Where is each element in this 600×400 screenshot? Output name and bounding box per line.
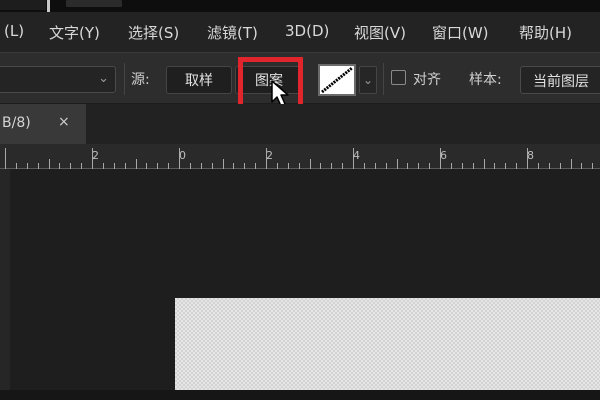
sample-label: 样本: bbox=[469, 72, 502, 88]
drag-handle-icon[interactable] bbox=[318, 4, 364, 19]
divider bbox=[383, 63, 384, 95]
ruler-label: 2 bbox=[92, 149, 99, 162]
document-tab[interactable]: B/8) × bbox=[0, 104, 86, 144]
chevron-down-icon: ⌄ bbox=[98, 71, 109, 86]
menu-window[interactable]: 窗口(W) bbox=[432, 22, 489, 43]
status-strip bbox=[0, 390, 600, 400]
chevron-down-icon: ⌄ bbox=[362, 73, 374, 87]
app-logo bbox=[0, 0, 46, 10]
ruler-label: 6 bbox=[440, 149, 447, 162]
document-tab-title: B/8) bbox=[2, 115, 31, 131]
menu-type[interactable]: 文字(Y) bbox=[49, 22, 100, 43]
title-bar bbox=[0, 0, 600, 19]
close-icon[interactable]: × bbox=[58, 114, 70, 130]
align-label: 对齐 bbox=[413, 72, 441, 88]
ruler-label: 2 bbox=[266, 149, 273, 162]
divider bbox=[124, 63, 125, 95]
vertical-ruler[interactable] bbox=[0, 169, 10, 400]
menu-bar: (L) 文字(Y) 选择(S) 滤镜(T) 3D(D) 视图(V) 窗口(W) … bbox=[0, 12, 600, 52]
pattern-swatch-icon bbox=[321, 66, 353, 94]
menu-3d[interactable]: 3D(D) bbox=[285, 22, 329, 40]
horizontal-ruler[interactable]: 2 0 2 4 6 8 bbox=[0, 144, 600, 169]
menu-filter[interactable]: 滤镜(T) bbox=[207, 22, 258, 43]
ruler-label: 0 bbox=[179, 149, 186, 162]
title-divider bbox=[47, 0, 50, 12]
menu-help[interactable]: 帮助(H) bbox=[519, 22, 572, 43]
ruler-label: 8 bbox=[527, 149, 534, 162]
ruler-ticks bbox=[5, 148, 593, 169]
align-checkbox[interactable] bbox=[391, 70, 406, 85]
menu-layer[interactable]: (L) bbox=[4, 22, 24, 40]
sample-button[interactable]: 取样 bbox=[166, 66, 232, 94]
menu-select[interactable]: 选择(S) bbox=[128, 22, 179, 43]
pattern-swatch[interactable] bbox=[318, 64, 356, 96]
pattern-picker-dropdown[interactable]: ⌄ bbox=[359, 66, 377, 94]
title-tab-ghost bbox=[66, 0, 122, 7]
ruler-label: 4 bbox=[353, 149, 360, 162]
document-tab-bar: B/8) × bbox=[0, 104, 600, 144]
source-label: 源: bbox=[131, 72, 150, 88]
menu-view[interactable]: 视图(V) bbox=[354, 22, 406, 43]
tool-preset-select[interactable]: ⌄ bbox=[0, 66, 116, 93]
document-canvas[interactable] bbox=[175, 298, 600, 390]
sample-layer-select[interactable]: 当前图层 bbox=[520, 66, 600, 94]
